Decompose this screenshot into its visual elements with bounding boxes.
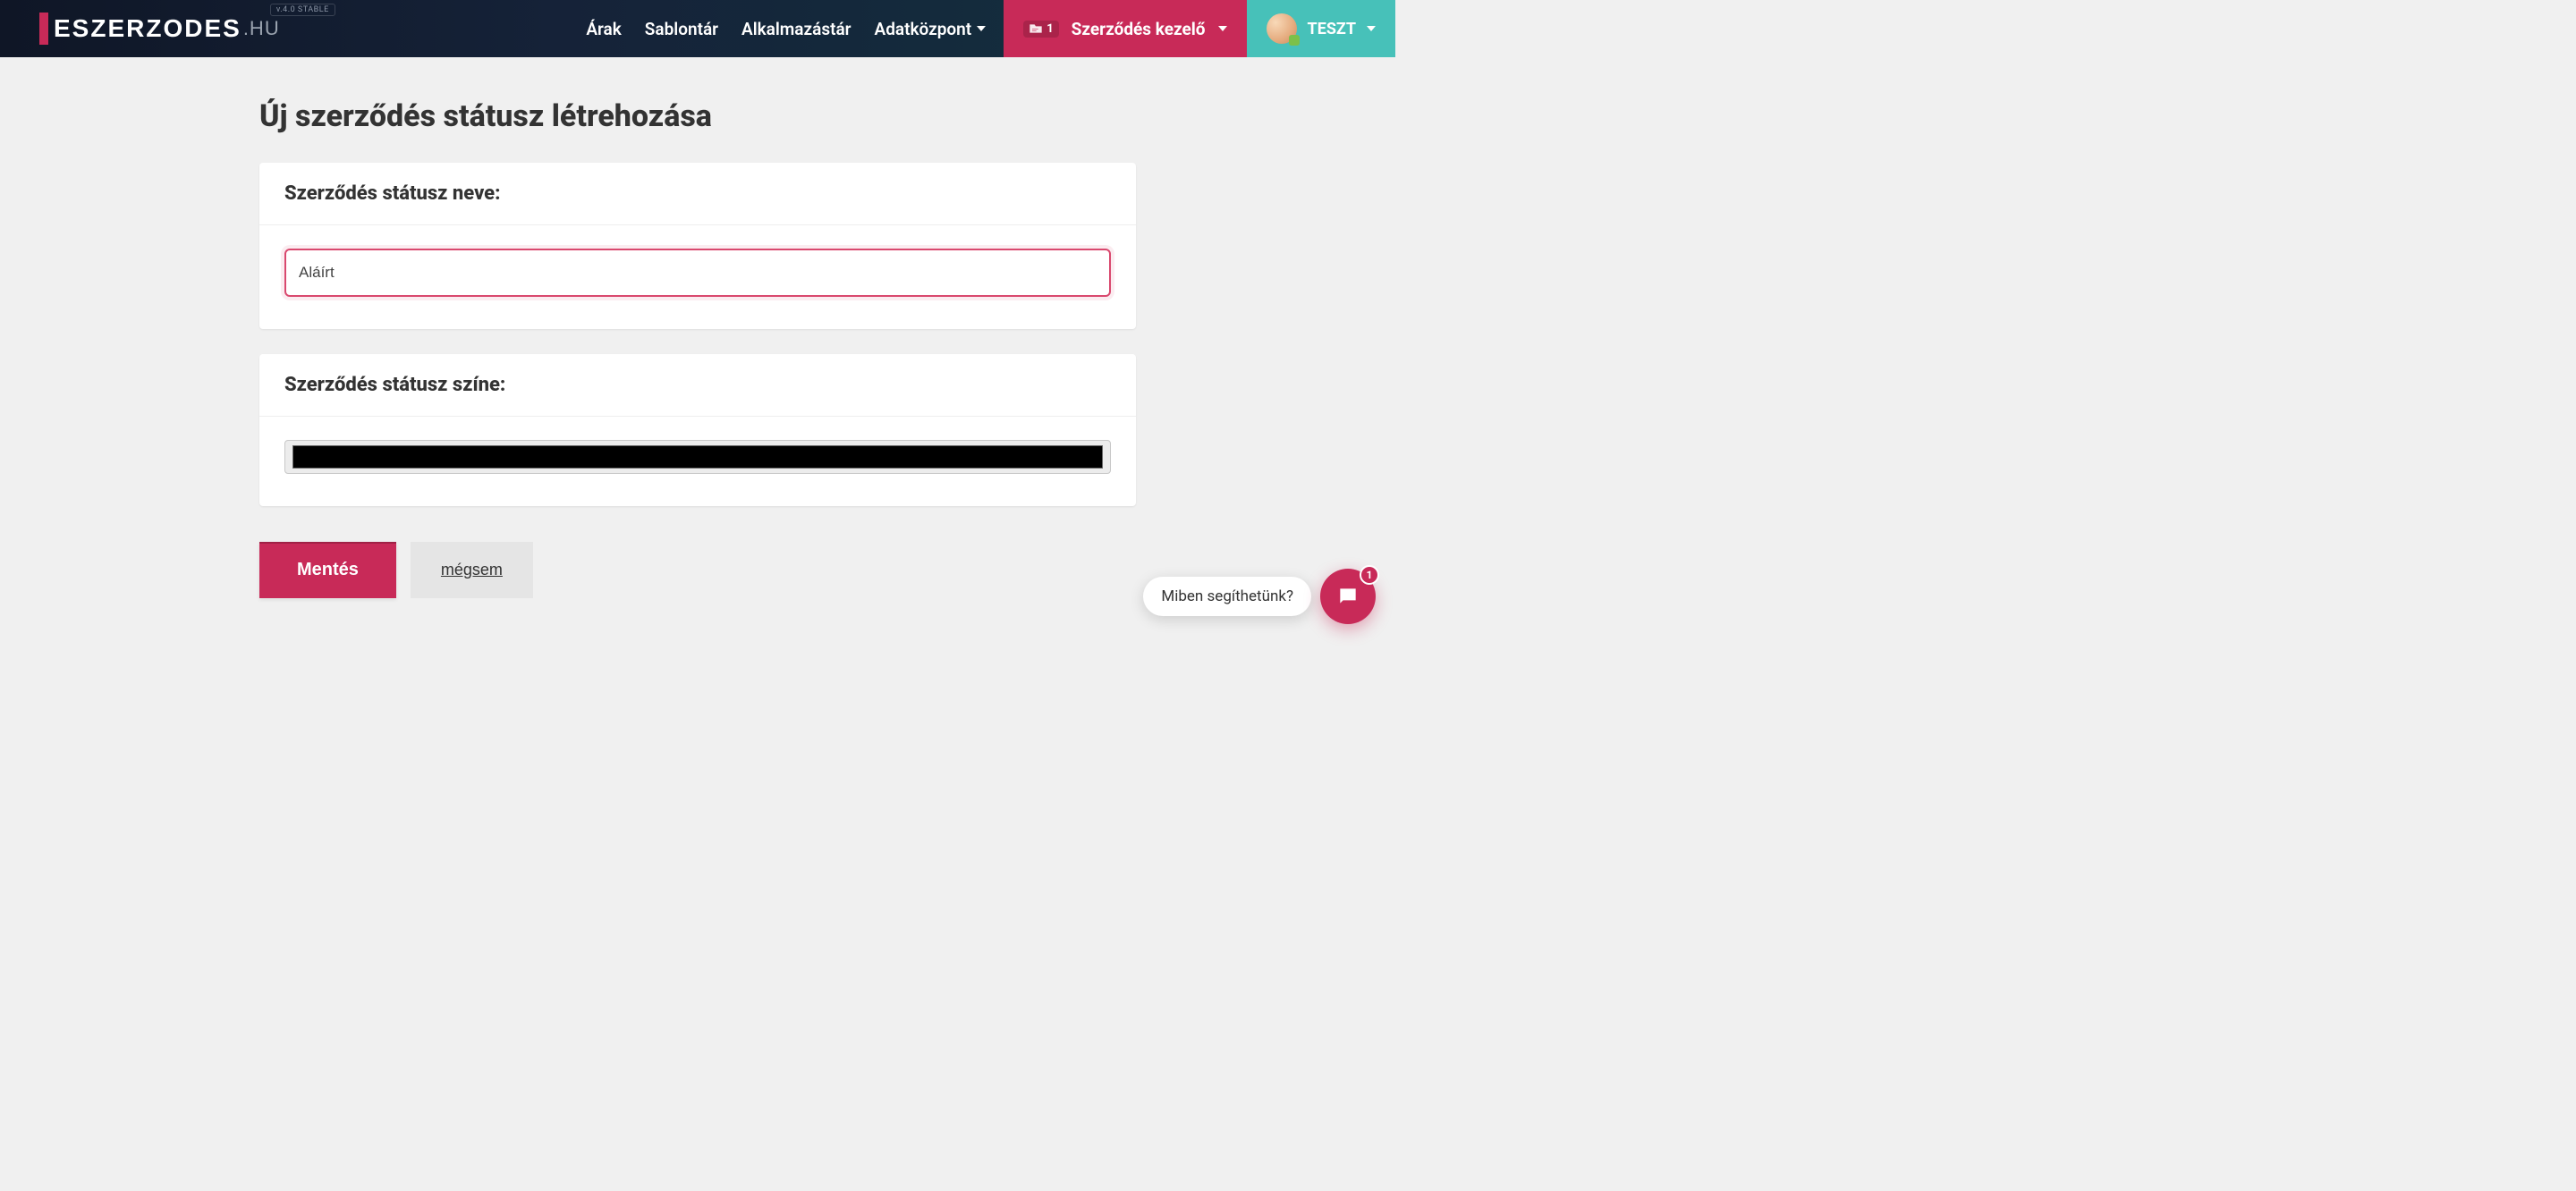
status-color-label: Szerződés státusz színe:: [259, 354, 1136, 417]
nav-label: Sablontár: [645, 19, 718, 39]
nav-link-alkalmazastar[interactable]: Alkalmazástár: [741, 19, 852, 39]
chat-prompt[interactable]: Miben segíthetünk?: [1143, 577, 1311, 616]
status-name-input[interactable]: [284, 249, 1111, 297]
status-color-input[interactable]: [284, 440, 1111, 474]
contract-manager-label: Szerződés kezelő: [1072, 19, 1206, 39]
main-container: Új szerződés státusz létrehozása Szerződ…: [259, 57, 1136, 598]
online-indicator-icon: [1289, 35, 1300, 46]
status-color-card: Szerződés státusz színe:: [259, 354, 1136, 506]
contract-manager-button[interactable]: 1 Szerződés kezelő: [1004, 0, 1246, 57]
nav-link-adatkozpont[interactable]: Adatközpont: [875, 19, 987, 39]
chat-widget: Miben segíthetünk? 1: [1143, 569, 1376, 624]
chevron-down-icon: [1367, 26, 1376, 31]
color-swatch: [292, 445, 1103, 469]
version-badge: v.4.0 STABLE: [270, 4, 335, 16]
form-actions: Mentés mégsem: [259, 542, 1136, 598]
document-count-badge: 1: [1023, 21, 1058, 38]
user-menu-button[interactable]: TESZT: [1247, 0, 1395, 57]
nav-label: Árak: [586, 19, 621, 39]
status-name-card: Szerződés státusz neve:: [259, 163, 1136, 329]
avatar: [1267, 13, 1297, 44]
page-title: Új szerződés státusz létrehozása: [259, 98, 1136, 134]
brand-main-text: ESZERZODES: [54, 14, 242, 43]
cancel-button[interactable]: mégsem: [411, 542, 533, 598]
document-icon: [1029, 22, 1043, 35]
status-name-label: Szerződés státusz neve:: [259, 163, 1136, 225]
chat-icon: [1336, 585, 1360, 608]
nav-link-arak[interactable]: Árak: [586, 19, 621, 39]
chat-unread-badge: 1: [1360, 565, 1379, 585]
chevron-down-icon: [977, 26, 986, 31]
user-name: TESZT: [1308, 20, 1356, 38]
save-button[interactable]: Mentés: [259, 542, 396, 598]
nav-label: Alkalmazástár: [741, 19, 852, 39]
chat-open-button[interactable]: 1: [1320, 569, 1376, 624]
nav-label: Adatközpont: [875, 19, 972, 39]
nav-link-sablontar[interactable]: Sablontár: [645, 19, 718, 39]
brand-sub-text: .HU: [243, 17, 280, 40]
navbar: ESZERZODES .HU v.4.0 STABLE Árak Sablont…: [0, 0, 1395, 57]
brand-bar-icon: [39, 13, 48, 45]
nav-links: Árak Sablontár Alkalmazástár Adatközpont: [586, 19, 986, 39]
brand-logo[interactable]: ESZERZODES .HU v.4.0 STABLE: [39, 13, 280, 45]
document-badge-count: 1: [1046, 22, 1053, 36]
chevron-down-icon: [1218, 26, 1227, 31]
